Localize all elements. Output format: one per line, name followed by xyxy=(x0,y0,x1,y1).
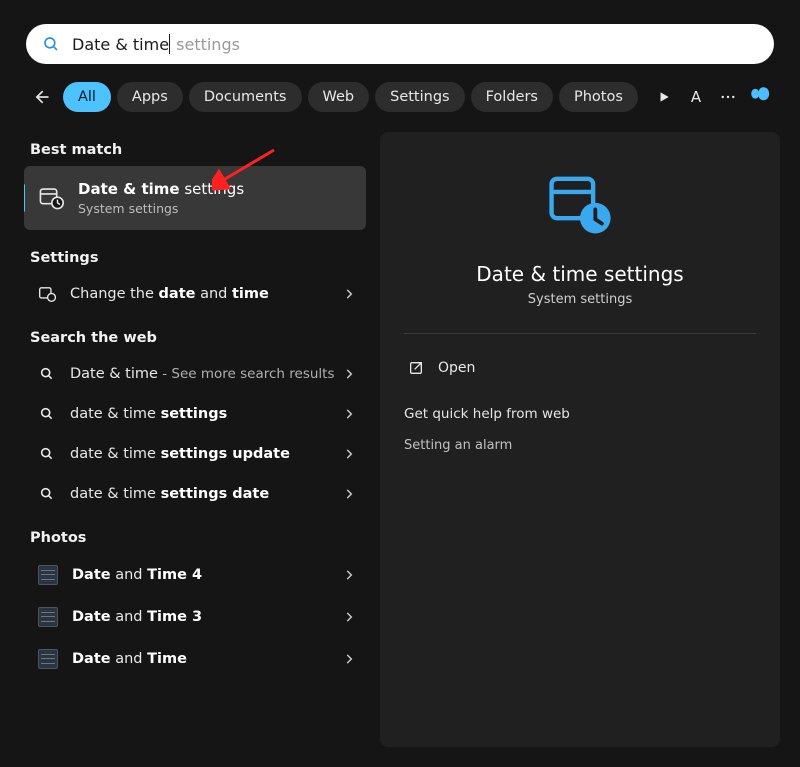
detail-panel: Date & time settings System settings Ope… xyxy=(380,132,780,747)
filter-row: All Apps Documents Web Settings Folders … xyxy=(0,64,800,114)
filter-tab-folders[interactable]: Folders xyxy=(471,82,553,112)
detail-subtitle: System settings xyxy=(528,292,632,307)
calendar-clock-icon xyxy=(38,285,56,303)
chevron-right-icon xyxy=(342,568,356,582)
search-icon xyxy=(38,365,56,383)
search-bar[interactable]: Date & time settings xyxy=(26,24,774,64)
best-match-header: Best match xyxy=(24,132,366,166)
more-icon[interactable] xyxy=(715,82,742,112)
result-label: date & time settings xyxy=(70,406,227,422)
result-label: Date and Time 3 xyxy=(72,609,202,625)
search-icon xyxy=(42,35,60,53)
result-label: date & time settings update xyxy=(70,446,290,462)
quick-help-header: Get quick help from web xyxy=(404,406,756,422)
settings-header: Settings xyxy=(24,240,366,274)
filter-tab-photos[interactable]: Photos xyxy=(559,82,638,112)
result-label: Date & time - See more search results xyxy=(70,366,335,382)
web-result-2[interactable]: date & time settings update xyxy=(24,434,366,474)
web-header: Search the web xyxy=(24,320,366,354)
settings-result-change-date-time[interactable]: Change the date and time xyxy=(24,274,366,314)
filter-tab-apps[interactable]: Apps xyxy=(117,82,183,112)
photos-result-1[interactable]: Date and Time 3 xyxy=(24,596,366,638)
result-label: Date and Time xyxy=(72,651,187,667)
chevron-right-icon xyxy=(342,487,356,501)
chevron-right-icon xyxy=(342,447,356,461)
chevron-right-icon xyxy=(342,407,356,421)
calendar-clock-icon xyxy=(38,185,64,211)
search-placeholder-suffix: settings xyxy=(171,35,240,54)
chevron-right-icon xyxy=(342,652,356,666)
result-label: Change the date and time xyxy=(70,286,269,302)
back-button[interactable] xyxy=(26,80,57,114)
search-icon xyxy=(38,405,56,423)
photo-thumb-icon xyxy=(38,649,58,669)
play-icon[interactable] xyxy=(650,82,677,112)
search-input[interactable]: Date & time settings xyxy=(72,34,240,54)
copilot-icon[interactable] xyxy=(748,83,774,111)
search-icon xyxy=(38,485,56,503)
divider xyxy=(404,333,756,334)
filter-tab-web[interactable]: Web xyxy=(308,82,370,112)
search-typed-text: Date & time xyxy=(72,35,169,54)
help-link-setting-alarm[interactable]: Setting an alarm xyxy=(404,434,756,457)
photo-thumb-icon xyxy=(38,565,58,585)
photos-result-0[interactable]: Date and Time 4 xyxy=(24,554,366,596)
calendar-clock-large-icon xyxy=(545,170,615,244)
best-match-title: Date & time settings xyxy=(78,180,244,198)
result-label: Date and Time 4 xyxy=(72,567,202,583)
open-label: Open xyxy=(438,360,475,376)
filter-tab-all[interactable]: All xyxy=(63,82,111,112)
best-match-item[interactable]: Date & time settings System settings xyxy=(24,166,366,230)
profile-avatar[interactable]: A xyxy=(683,83,708,111)
filter-tab-documents[interactable]: Documents xyxy=(189,82,302,112)
results-column: Best match Date & time settings System s… xyxy=(24,132,366,747)
detail-title: Date & time settings xyxy=(476,262,683,286)
web-result-3[interactable]: date & time settings date xyxy=(24,474,366,514)
photos-header: Photos xyxy=(24,520,366,554)
chevron-right-icon xyxy=(342,367,356,381)
web-result-0[interactable]: Date & time - See more search results xyxy=(24,354,366,394)
filter-tab-settings[interactable]: Settings xyxy=(375,82,464,112)
result-label: date & time settings date xyxy=(70,486,269,502)
chevron-right-icon xyxy=(342,287,356,301)
web-result-1[interactable]: date & time settings xyxy=(24,394,366,434)
open-external-icon xyxy=(408,360,424,376)
chevron-right-icon xyxy=(342,610,356,624)
search-icon xyxy=(38,445,56,463)
best-match-subtitle: System settings xyxy=(78,201,244,216)
photos-result-2[interactable]: Date and Time xyxy=(24,638,366,680)
open-button[interactable]: Open xyxy=(404,354,756,382)
photo-thumb-icon xyxy=(38,607,58,627)
